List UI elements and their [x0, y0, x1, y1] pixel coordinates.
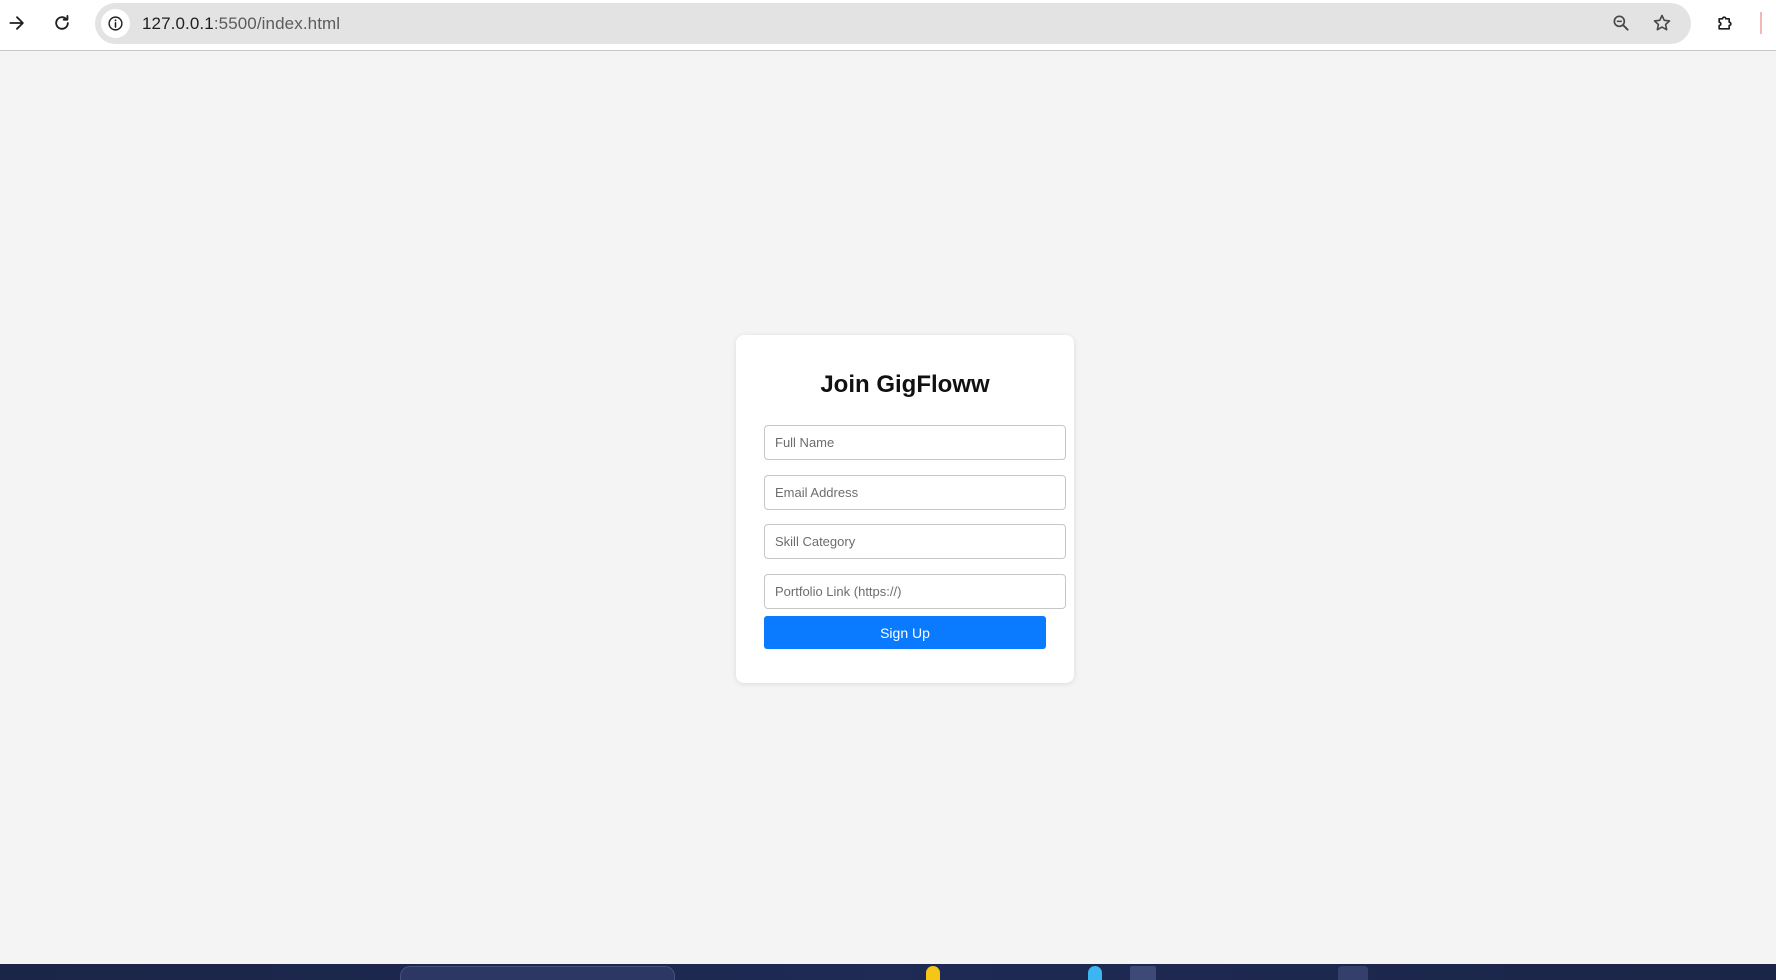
signup-card: Join GigFloww Sign Up: [736, 335, 1074, 683]
email-input[interactable]: [764, 475, 1066, 510]
zoom-icon: [1613, 15, 1629, 31]
zoom-button[interactable]: [1609, 11, 1633, 35]
arrow-right-icon: [9, 16, 24, 30]
site-info-button[interactable]: [101, 9, 130, 38]
os-taskbar: [0, 964, 1776, 980]
signup-title: Join GigFloww: [820, 371, 990, 398]
browser-toolbar: 127.0.0.1:5500/index.html: [0, 0, 1776, 51]
full-name-input[interactable]: [764, 425, 1066, 460]
url-host: 127.0.0.1: [142, 14, 214, 33]
taskbar-app-icon[interactable]: [1088, 966, 1102, 980]
taskbar-search-box[interactable]: [400, 966, 675, 980]
taskbar-app-icon[interactable]: [926, 966, 940, 980]
bookmark-button[interactable]: [1650, 11, 1674, 35]
skill-category-input[interactable]: [764, 524, 1066, 559]
portfolio-link-input[interactable]: [764, 574, 1066, 609]
url-text[interactable]: 127.0.0.1:5500/index.html: [142, 3, 340, 44]
forward-button[interactable]: [0, 6, 34, 40]
star-icon: [1653, 14, 1671, 31]
profile-edge-indicator: [1760, 12, 1762, 34]
sign-up-button[interactable]: Sign Up: [764, 616, 1046, 649]
puzzle-icon: [1718, 16, 1732, 30]
address-bar[interactable]: 127.0.0.1:5500/index.html: [95, 3, 1691, 44]
browser-window: 127.0.0.1:5500/index.html Join GigFloww …: [0, 0, 1776, 980]
taskbar-app-icon[interactable]: [1338, 966, 1368, 980]
info-icon: [108, 16, 123, 31]
reload-icon: [55, 15, 69, 30]
url-path: :5500/index.html: [213, 14, 341, 33]
taskbar-app-icon[interactable]: [1130, 966, 1156, 980]
extensions-button[interactable]: [1708, 6, 1742, 40]
reload-button[interactable]: [45, 6, 79, 40]
